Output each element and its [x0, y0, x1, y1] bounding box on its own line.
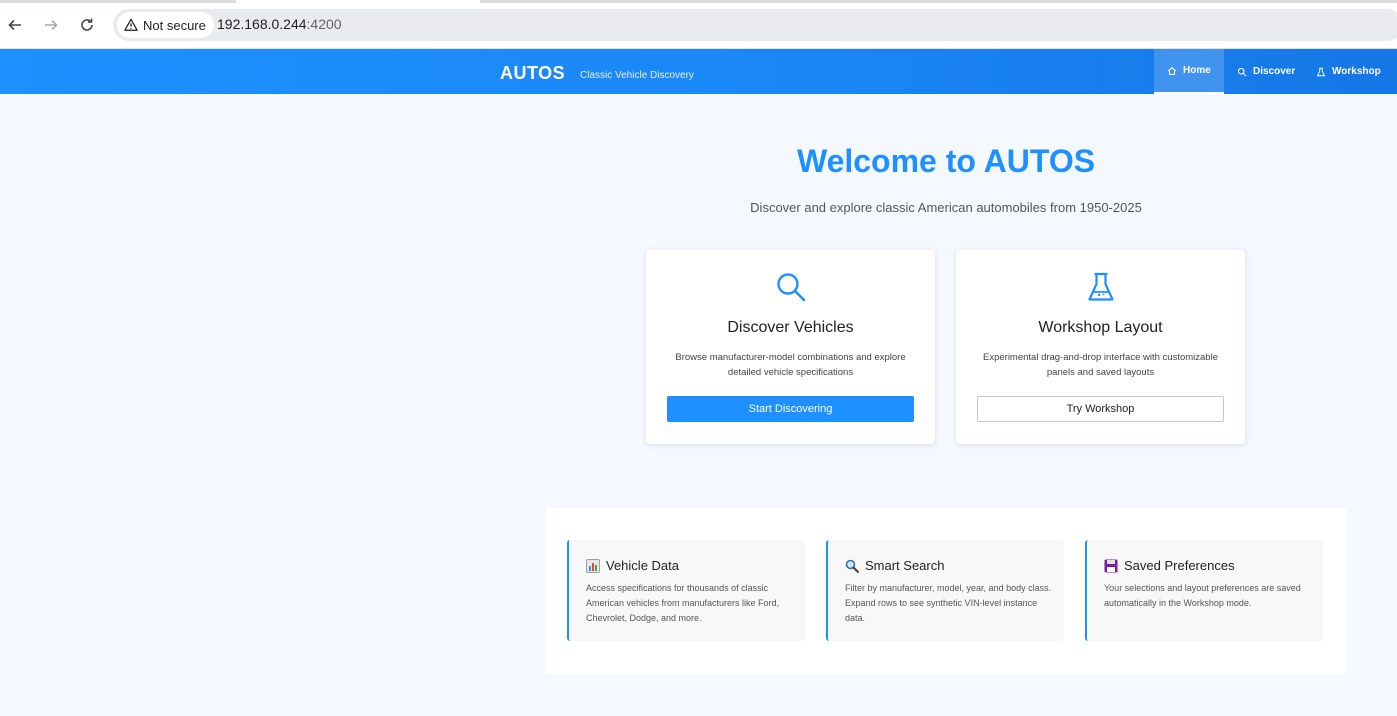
arrow-right-icon	[45, 19, 58, 31]
feature-saved-preferences-description: Your selections and layout preferences a…	[1104, 583, 1301, 608]
search-icon	[1237, 67, 1247, 76]
browser-toolbar: Not secure 192.168.0.244:4200	[0, 0, 1397, 49]
home-icon	[1167, 66, 1177, 75]
url-host: 192.168.0.244	[217, 16, 307, 32]
feature-smart-search-description: Filter by manufacturer, model, year, and…	[845, 583, 1052, 623]
brand-logo[interactable]: AUTOS	[500, 63, 565, 84]
nav-discover-label: Discover	[1253, 66, 1296, 77]
nav-home-label: Home	[1183, 65, 1211, 76]
feature-vehicle-data-title: Vehicle Data	[606, 558, 679, 573]
security-chip[interactable]: Not secure	[117, 12, 214, 38]
arrow-left-icon	[8, 19, 21, 31]
security-label: Not secure	[143, 17, 206, 33]
bar-chart-icon	[586, 558, 600, 573]
reload-icon	[81, 18, 93, 31]
search-icon	[776, 273, 805, 302]
feature-smart-search-heading: Smart Search	[845, 558, 944, 573]
discover-card-description: Browse manufacturer-model combinations a…	[675, 352, 906, 378]
feature-vehicle-data: Vehicle Data Access specifications for t…	[567, 540, 805, 641]
workshop-card-description: Experimental drag-and-drop interface wit…	[983, 352, 1218, 378]
url-text[interactable]: 192.168.0.244:4200	[217, 16, 342, 32]
page-title: Welcome to AUTOS	[796, 143, 1096, 179]
feature-smart-search-title: Smart Search	[865, 558, 945, 573]
back-button[interactable]	[4, 14, 26, 36]
forward-button[interactable]	[40, 14, 62, 36]
nav-home[interactable]: Home	[1154, 49, 1224, 94]
discover-card: Discover Vehicles Browse manufacturer-mo…	[646, 250, 935, 444]
feature-saved-preferences-title: Saved Preferences	[1124, 558, 1235, 573]
workshop-card: Workshop Layout Experimental drag-and-dr…	[956, 250, 1245, 444]
reload-button[interactable]	[76, 14, 98, 36]
nav-discover[interactable]: Discover	[1224, 49, 1308, 94]
start-discovering-button[interactable]: Start Discovering	[667, 396, 914, 422]
brand-tagline: Classic Vehicle Discovery	[580, 70, 694, 81]
feature-saved-preferences-heading: Saved Preferences	[1104, 558, 1235, 573]
flask-icon	[1316, 67, 1326, 76]
magnifier-icon	[845, 559, 859, 573]
active-tab[interactable]	[236, 0, 480, 3]
feature-saved-preferences: Saved Preferences Your selections and la…	[1085, 540, 1323, 641]
nav-workshop-label: Workshop	[1332, 66, 1381, 77]
workshop-card-icon-wrap	[956, 270, 1245, 304]
feature-smart-search: Smart Search Filter by manufacturer, mod…	[826, 540, 1064, 641]
feature-vehicle-data-heading: Vehicle Data	[586, 558, 679, 573]
features-section: Vehicle Data Access specifications for t…	[546, 508, 1346, 674]
floppy-disk-icon	[1104, 559, 1118, 572]
warning-icon	[124, 18, 138, 31]
try-workshop-button[interactable]: Try Workshop	[977, 396, 1224, 422]
discover-card-icon-wrap	[646, 270, 935, 304]
workshop-card-title: Workshop Layout	[1038, 319, 1163, 336]
url-port: :4200	[306, 16, 342, 32]
discover-card-title: Discover Vehicles	[727, 319, 854, 336]
app-header: AUTOS Classic Vehicle Discovery Home Dis…	[0, 49, 1397, 94]
tab-strip	[0, 0, 1397, 3]
page-subtitle: Discover and explore classic American au…	[750, 200, 1142, 215]
flask-icon	[1087, 272, 1114, 301]
nav-workshop[interactable]: Workshop	[1303, 49, 1394, 94]
feature-vehicle-data-description: Access specifications for thousands of c…	[586, 583, 780, 623]
